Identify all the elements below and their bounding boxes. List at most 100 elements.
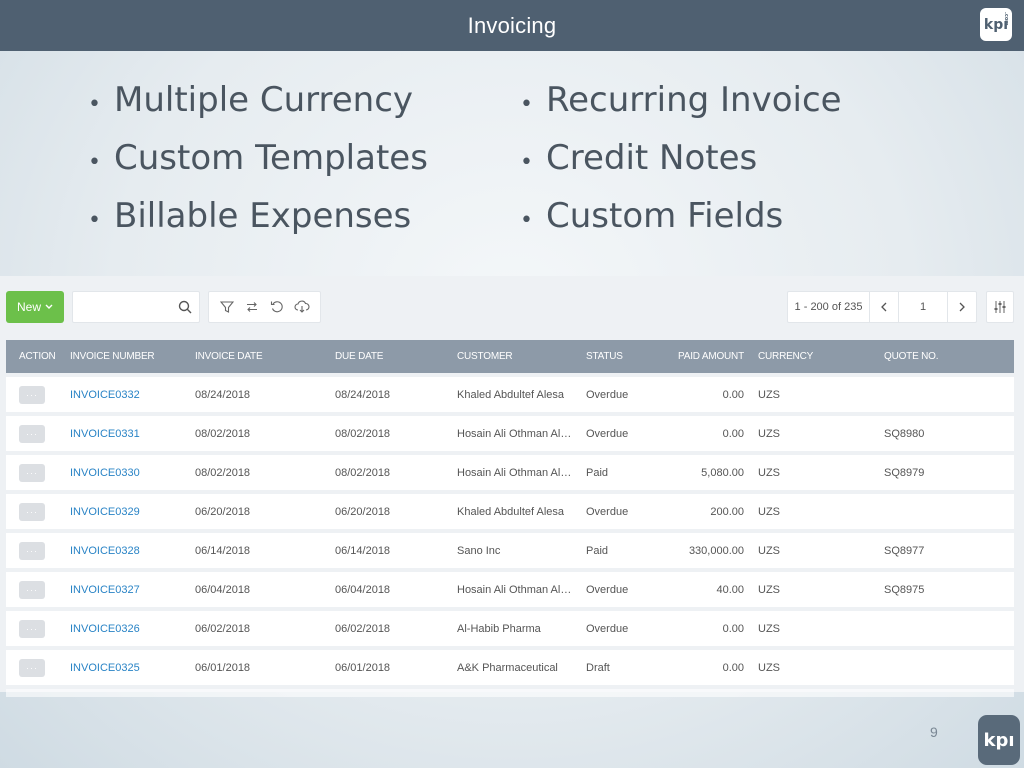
- status-cell: Overdue: [586, 427, 629, 440]
- pagination: 1 - 200 of 235 1: [787, 291, 977, 323]
- invoice-number-link[interactable]: INVOICE0328: [70, 545, 190, 557]
- row-action-button[interactable]: ···: [19, 658, 45, 677]
- status-cell: Overdue: [586, 583, 629, 596]
- column-header-action[interactable]: ACTION: [19, 351, 59, 362]
- slide-title-bar: Invoicing kpı .com: [0, 0, 1024, 51]
- row-action-cell: ···: [19, 424, 59, 443]
- due-date-cell: 08/02/2018: [335, 427, 391, 440]
- customer-cell: Hosain Ali Othman Alsa…: [457, 466, 575, 479]
- paid-amount-cell: 0.00: [722, 622, 744, 635]
- search-box[interactable]: [72, 291, 200, 323]
- cloud-download-icon[interactable]: [292, 297, 312, 317]
- column-header-quote-no[interactable]: QUOTE NO.: [884, 351, 964, 362]
- invoice-table: ACTION INVOICE NUMBER INVOICE DATE DUE D…: [6, 340, 1014, 697]
- chevron-left-icon[interactable]: [870, 292, 898, 322]
- row-action-button[interactable]: ···: [19, 502, 45, 521]
- bullet-dot-icon: •: [88, 208, 101, 233]
- table-row: ··· INVOICE0327 06/04/2018 06/04/2018 Ho…: [6, 572, 1014, 607]
- invoice-number-link[interactable]: INVOICE0329: [70, 506, 190, 518]
- row-action-button[interactable]: ···: [19, 580, 45, 599]
- kpi-logo-footer: kpı: [978, 715, 1020, 765]
- paid-amount-cell: 0.00: [722, 661, 744, 674]
- currency-cell: UZS: [758, 622, 780, 635]
- row-action-cell: ···: [19, 502, 59, 521]
- new-button[interactable]: New: [6, 291, 64, 323]
- quote-number-cell: SQ8977: [884, 544, 925, 557]
- invoice-number-link[interactable]: INVOICE0326: [70, 623, 190, 635]
- bullet-dot-icon: •: [520, 208, 533, 233]
- feature-bullet: • Credit Notes: [520, 138, 842, 196]
- invoice-number-link[interactable]: INVOICE0332: [70, 389, 190, 401]
- row-action-button[interactable]: ···: [19, 385, 45, 404]
- row-action-button[interactable]: ···: [19, 424, 45, 443]
- due-date-cell: 06/20/2018: [335, 505, 391, 518]
- invoice-date-cell: 06/20/2018: [195, 505, 251, 518]
- feature-label: Billable Expenses: [114, 196, 412, 236]
- invoice-number-link[interactable]: INVOICE0331: [70, 428, 190, 440]
- filter-icon[interactable]: [217, 297, 237, 317]
- kpi-logo: kpı .com: [980, 8, 1012, 41]
- column-header-invoice-date[interactable]: INVOICE DATE: [195, 351, 315, 362]
- customer-cell: Hosain Ali Othman Alsa…: [457, 427, 575, 440]
- column-header-due-date[interactable]: DUE DATE: [335, 351, 445, 362]
- row-action-button[interactable]: ···: [19, 619, 45, 638]
- table-row: ··· INVOICE0328 06/14/2018 06/14/2018 Sa…: [6, 533, 1014, 568]
- row-action-button[interactable]: ···: [19, 463, 45, 482]
- feature-bullet: • Custom Fields: [520, 196, 842, 254]
- chevron-down-icon: [45, 304, 53, 309]
- row-action-cell: ···: [19, 463, 59, 482]
- invoice-date-cell: 06/04/2018: [195, 583, 251, 596]
- due-date-cell: 06/02/2018: [335, 622, 391, 635]
- quote-number-cell: SQ8979: [884, 466, 925, 479]
- table-header: ACTION INVOICE NUMBER INVOICE DATE DUE D…: [6, 340, 1014, 373]
- chevron-right-icon[interactable]: [948, 292, 976, 322]
- slide-number: 9: [930, 724, 938, 740]
- paid-amount-cell: 330,000.00: [688, 544, 744, 557]
- status-cell: Paid: [586, 466, 609, 479]
- status-cell: Paid: [586, 544, 609, 557]
- refresh-icon[interactable]: [267, 297, 287, 317]
- feature-bullets: • Multiple Currency • Custom Templates • Bi…: [0, 80, 1024, 250]
- table-row: ··· INVOICE0331 08/02/2018 08/02/2018 Ho…: [6, 416, 1014, 451]
- row-action-button[interactable]: ···: [19, 541, 45, 560]
- table-row: ··· INVOICE0332 08/24/2018 08/24/2018 Kh…: [6, 377, 1014, 412]
- table-row: ··· INVOICE0330 08/02/2018 08/02/2018 Ho…: [6, 455, 1014, 490]
- bullet-dot-icon: •: [520, 92, 533, 117]
- feature-bullet: • Multiple Currency: [88, 80, 428, 138]
- column-header-invoice-number[interactable]: INVOICE NUMBER: [70, 351, 190, 362]
- customer-cell: Khaled Abdultef Alesa: [457, 388, 565, 401]
- invoice-number-link[interactable]: INVOICE0330: [70, 467, 190, 479]
- column-header-customer[interactable]: CUSTOMER: [457, 351, 575, 362]
- due-date-cell: 08/02/2018: [335, 466, 391, 479]
- quote-number-cell: SQ8980: [884, 427, 925, 440]
- column-header-currency[interactable]: CURRENCY: [758, 351, 818, 362]
- invoice-number-link[interactable]: INVOICE0325: [70, 662, 190, 674]
- row-action-cell: ···: [19, 541, 59, 560]
- invoice-list-panel: New 1 - 200 of 235 1 ACTION INVOICE NUMB…: [0, 276, 1024, 697]
- new-button-label: New: [16, 300, 41, 314]
- invoice-date-cell: 08/02/2018: [195, 427, 251, 440]
- swap-icon[interactable]: [242, 297, 262, 317]
- column-header-status[interactable]: STATUS: [586, 351, 666, 362]
- search-icon[interactable]: [178, 300, 192, 319]
- feature-bullet: • Billable Expenses: [88, 196, 428, 254]
- column-settings-button[interactable]: [986, 291, 1014, 323]
- page-number-input[interactable]: 1: [898, 292, 948, 322]
- feature-label: Custom Fields: [546, 196, 784, 236]
- customer-cell: Al-Habib Pharma: [457, 622, 541, 635]
- column-header-paid-amount[interactable]: PAID AMOUNT: [656, 351, 744, 362]
- feature-bullet: • Custom Templates: [88, 138, 428, 196]
- currency-cell: UZS: [758, 544, 780, 557]
- customer-cell: Hosain Ali Othman Alsa…: [457, 583, 575, 596]
- search-input[interactable]: [73, 292, 173, 322]
- customer-cell: Khaled Abdultef Alesa: [457, 505, 565, 518]
- row-action-cell: ···: [19, 580, 59, 599]
- paid-amount-cell: 0.00: [722, 427, 744, 440]
- pagination-range: 1 - 200 of 235: [788, 292, 870, 322]
- kpi-logo-suffix: .com: [1003, 12, 1009, 26]
- due-date-cell: 06/04/2018: [335, 583, 391, 596]
- table-row-partial: [6, 689, 1014, 697]
- invoice-number-link[interactable]: INVOICE0327: [70, 584, 190, 596]
- feature-label: Credit Notes: [546, 138, 758, 178]
- slide-title: Invoicing: [467, 12, 557, 38]
